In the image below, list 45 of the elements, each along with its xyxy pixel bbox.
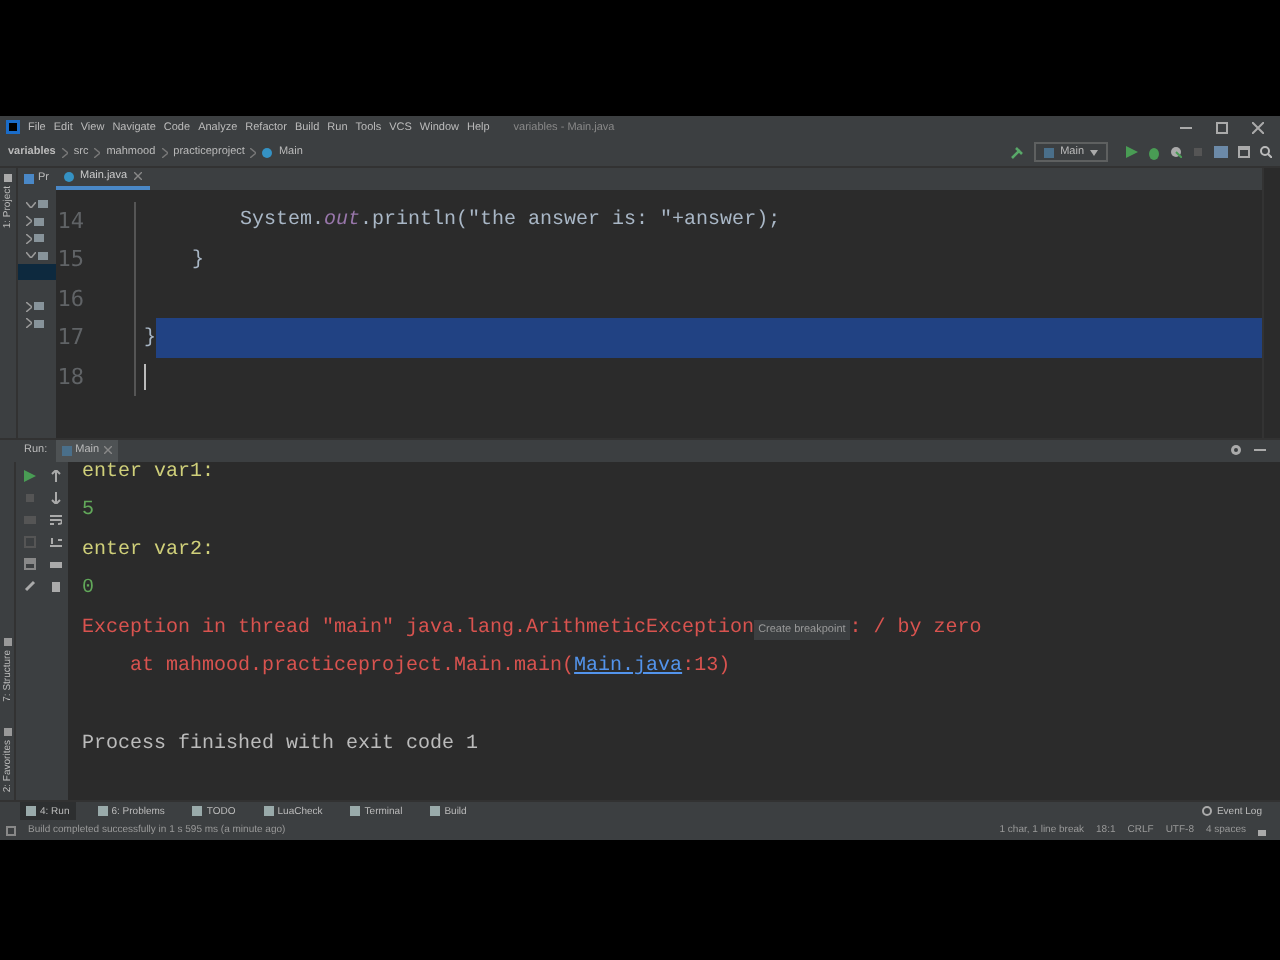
- code-line: }: [144, 327, 157, 350]
- sort-icon[interactable]: [49, 535, 61, 548]
- chevron-icon: [94, 147, 101, 158]
- file-link[interactable]: Main.java: [574, 656, 683, 679]
- hammer-icon[interactable]: [1010, 145, 1025, 160]
- code-line: }: [190, 249, 205, 272]
- minimize-icon[interactable]: [1254, 444, 1266, 457]
- chevron-icon: [161, 147, 168, 158]
- chevron-down-icon[interactable]: [26, 201, 36, 208]
- maximize-icon[interactable]: [1216, 121, 1228, 134]
- stack-trace: :13): [682, 656, 731, 679]
- event-log-icon: [1202, 806, 1213, 817]
- coverage-icon[interactable]: [1170, 146, 1182, 159]
- layout-icon[interactable]: [23, 557, 35, 570]
- minimize-icon[interactable]: [1180, 121, 1192, 134]
- settings-icon[interactable]: [1230, 444, 1242, 457]
- close-icon[interactable]: [133, 172, 142, 181]
- search-icon[interactable]: [1260, 146, 1272, 159]
- close-icon[interactable]: [1252, 121, 1264, 134]
- line-number: 15: [56, 240, 136, 280]
- code-line: System.out.println("the answer is: "+answer);: [238, 210, 781, 233]
- caret-icon: [1090, 149, 1098, 156]
- stack-trace: at mahmood.practiceproject.Main.main(: [128, 656, 575, 679]
- arrow-down-icon[interactable]: [49, 491, 61, 504]
- line-number: 17: [56, 318, 136, 358]
- close-icon[interactable]: [103, 446, 112, 455]
- input-value: 5: [82, 500, 95, 523]
- console-output: enter var1:: [82, 461, 215, 484]
- chevron-icon: [250, 147, 257, 158]
- wrap-icon[interactable]: [49, 513, 61, 526]
- chevron-icon: [61, 147, 68, 158]
- console-output: Process finished with exit code 1: [82, 734, 479, 757]
- chevron-down-icon[interactable]: [26, 252, 36, 259]
- error-message: Exception in thread "main" java.lang.ArithmeticException: [82, 617, 755, 640]
- input-value: 0: [82, 578, 95, 601]
- app-logo-icon: [6, 120, 20, 135]
- line-number: 16: [56, 279, 136, 319]
- run-icon[interactable]: [23, 469, 35, 482]
- arrow-up-icon[interactable]: [49, 469, 61, 482]
- window-icon[interactable]: [1238, 146, 1250, 159]
- run-icon[interactable]: [1126, 146, 1138, 159]
- line-number: 18: [56, 357, 136, 397]
- error-message: : / by zero: [849, 617, 982, 640]
- console-output: enter var2:: [82, 539, 215, 562]
- line-number: 14: [56, 201, 136, 241]
